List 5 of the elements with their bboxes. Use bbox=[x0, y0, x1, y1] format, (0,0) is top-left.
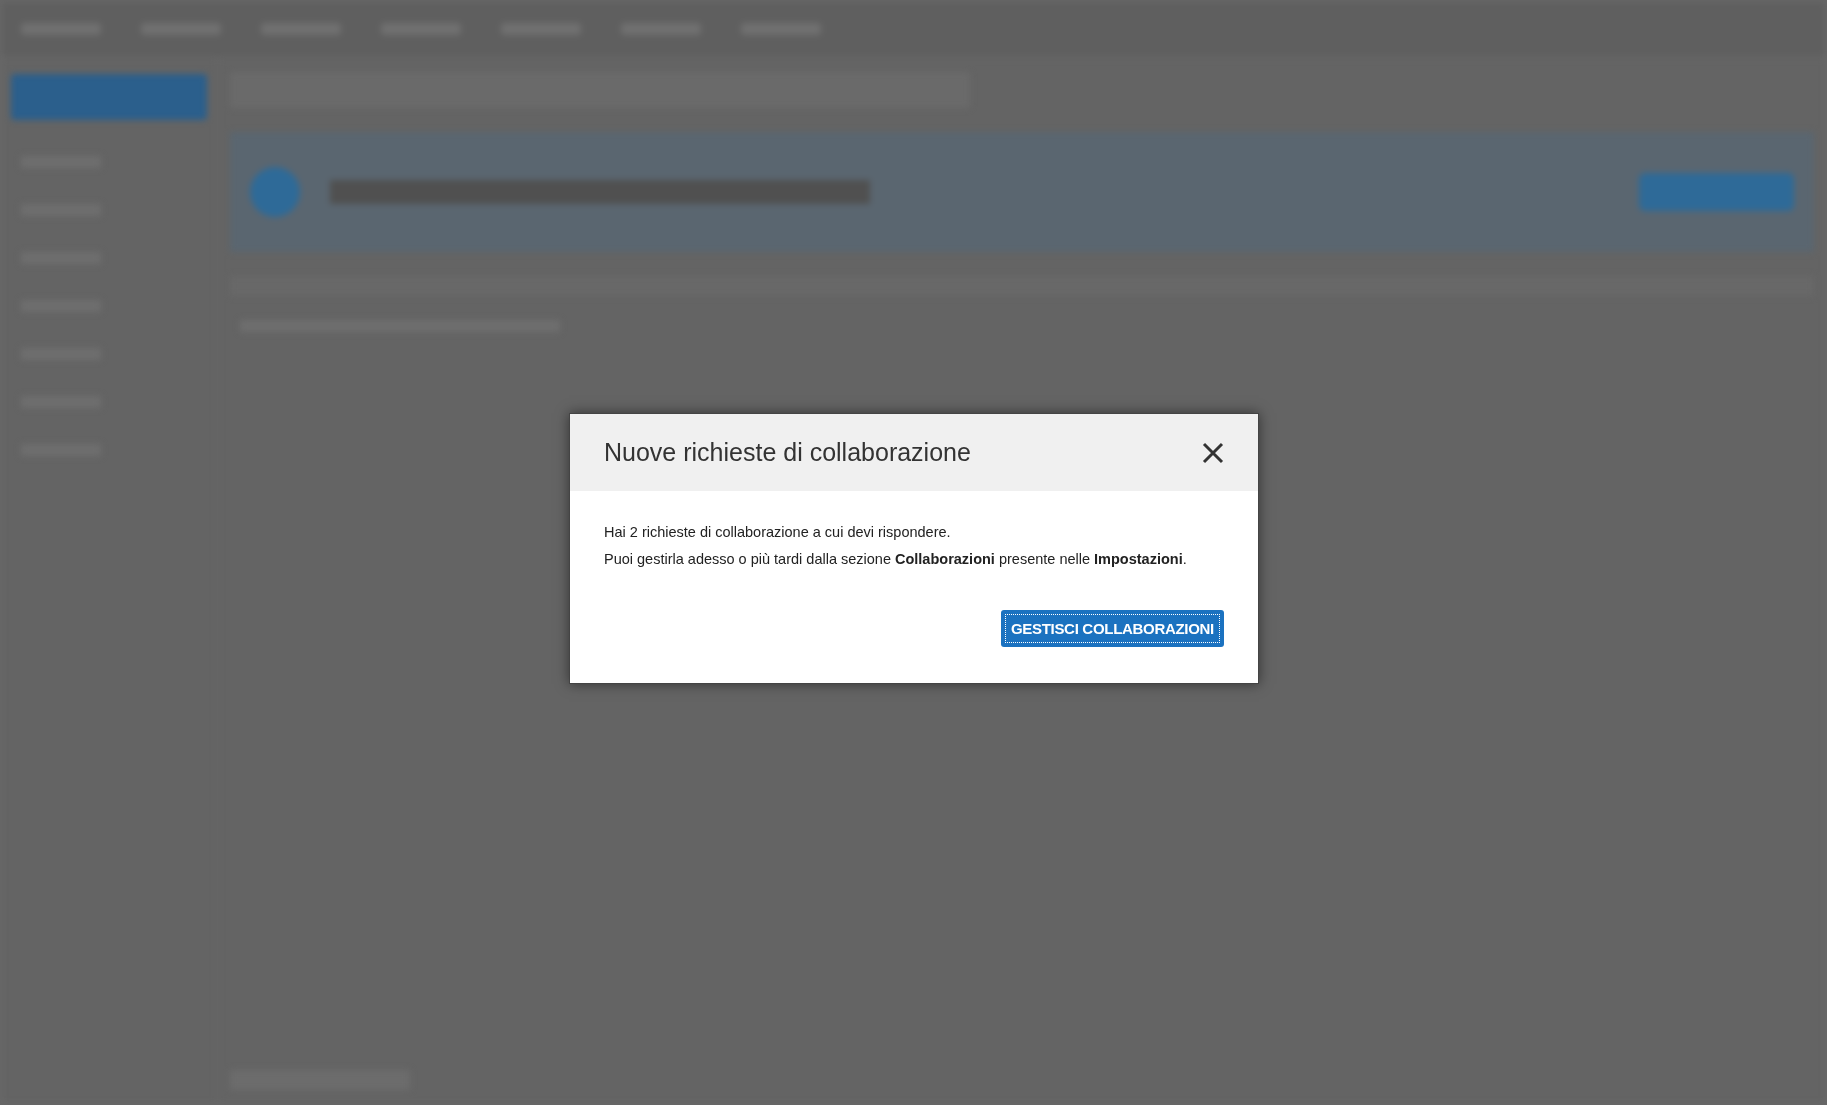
message-text: Puoi gestirla adesso o più tardi dalla sezione Collaborazioni presente nelle Impostazioni. bbox=[604, 550, 1188, 568]
manage-collaborations-button[interactable]: GESTISCI COLLABORAZIONI bbox=[1000, 610, 1224, 647]
message-text: Hai 2 richieste di collaborazione a cui devi rispondere. bbox=[604, 523, 952, 541]
close-icon[interactable] bbox=[1202, 441, 1224, 464]
dialog-title: Nuove richieste di collaborazione bbox=[604, 438, 971, 467]
